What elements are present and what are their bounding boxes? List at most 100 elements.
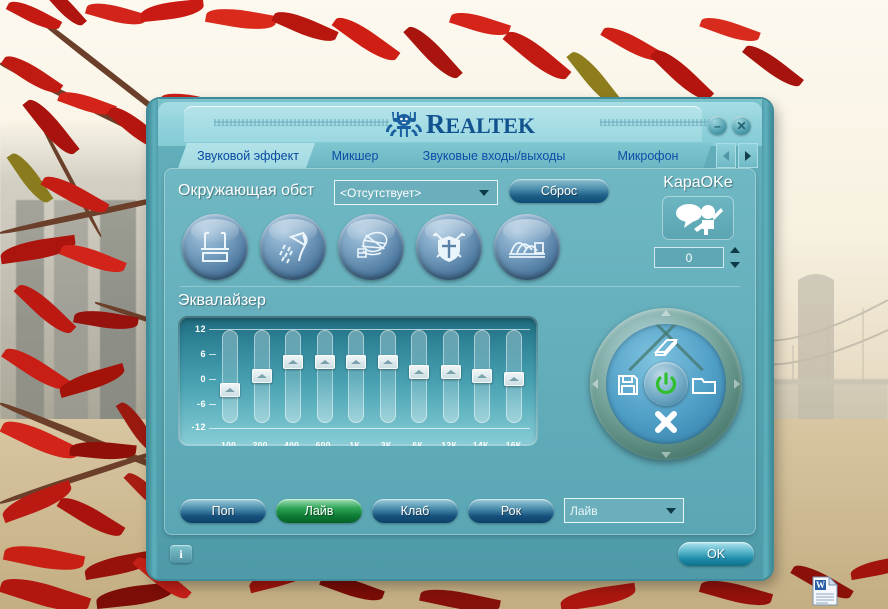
tab-bar: Звуковой эффект Микшер Звуковые входы/вы…: [158, 143, 762, 168]
eq-slider-track[interactable]: [380, 330, 396, 423]
pad-save-button[interactable]: [610, 367, 646, 403]
eq-slider-track[interactable]: [411, 330, 427, 423]
eq-slider-thumb[interactable]: [315, 355, 335, 369]
window-left-edge: [148, 99, 158, 579]
eq-slider-thumb[interactable]: [378, 355, 398, 369]
eq-slider-thumb[interactable]: [472, 369, 492, 383]
word-document-icon[interactable]: W: [812, 576, 838, 606]
minimize-button[interactable]: –: [708, 116, 727, 135]
title-texture-right: [600, 119, 710, 126]
tab-sound-effect[interactable]: Звуковой эффект: [178, 143, 318, 168]
eq-slider-track[interactable]: [285, 330, 301, 423]
pad-left-indicator-icon: [592, 379, 598, 389]
tab-label: Микшер: [332, 149, 379, 163]
preset-label: Поп: [212, 504, 235, 518]
eq-slider-thumb[interactable]: [220, 383, 240, 397]
eq-band-label: 200,: [247, 440, 277, 446]
karaoke-value-spinner: 0: [654, 247, 742, 268]
preset-label: Рок: [501, 504, 521, 518]
eq-slider-thumb[interactable]: [346, 355, 366, 369]
preset-button-rock[interactable]: Рок: [468, 499, 554, 523]
karaoke-title: KapaOKe: [650, 174, 746, 192]
eq-y-label-neg12: -12: [184, 422, 206, 432]
tab-prev-button[interactable]: [716, 143, 736, 168]
stone-room-icon: [351, 227, 391, 267]
equalizer-panel: 12 6 0 -6 -12 100,200,400,600,1К,3К,6К,1…: [178, 316, 538, 446]
close-icon: ✕: [736, 119, 746, 133]
pad-open-button[interactable]: [686, 367, 722, 403]
eq-band-label: 14К,: [467, 440, 497, 446]
eq-band-label: 600,: [310, 440, 340, 446]
pad-down-indicator-icon: [661, 452, 671, 458]
eq-slider-thumb[interactable]: [441, 365, 461, 379]
info-button[interactable]: i: [170, 545, 192, 563]
tab-microphone[interactable]: Микрофон: [584, 143, 712, 168]
eq-slider-thumb[interactable]: [252, 369, 272, 383]
eq-slider-track[interactable]: [254, 330, 270, 423]
eq-tick-6: [209, 354, 216, 355]
pad-delete-button[interactable]: [648, 406, 684, 438]
minimize-icon: –: [714, 119, 721, 133]
env-preset-shower[interactable]: [260, 214, 326, 280]
eq-slider-track[interactable]: [506, 330, 522, 423]
window-right-edge: [762, 99, 772, 579]
environment-select[interactable]: <Отсутствует>: [334, 180, 498, 205]
equalizer-preset-buttons: Поп Лайв Клаб Рок Лайв: [180, 498, 684, 523]
power-icon: [653, 371, 679, 397]
opera-house-icon: [507, 227, 547, 267]
env-preset-stone-room[interactable]: [338, 214, 404, 280]
chevron-up-icon: [383, 360, 393, 364]
eq-y-label-0: 0: [184, 374, 206, 384]
env-preset-armory[interactable]: [416, 214, 482, 280]
eq-slider-thumb[interactable]: [283, 355, 303, 369]
pad-power-button[interactable]: [644, 362, 688, 406]
tab-next-button[interactable]: [738, 143, 758, 168]
tab-label: Микрофон: [618, 149, 679, 163]
ok-button[interactable]: OK: [678, 542, 754, 566]
sound-effect-panel: Окружающая обст <Отсутствует> Сброс: [164, 168, 756, 535]
equalizer-preset-select[interactable]: Лайв: [564, 498, 684, 523]
reset-label: Сброс: [541, 184, 577, 198]
eq-slider-track[interactable]: [222, 330, 238, 423]
preset-button-pop[interactable]: Поп: [180, 499, 266, 523]
ok-label: OK: [707, 547, 725, 561]
tab-audio-io[interactable]: Звуковые входы/выходы: [392, 143, 596, 168]
karaoke-value[interactable]: 0: [654, 247, 724, 268]
karaoke-singer-icon: [672, 201, 724, 235]
spin-down-icon[interactable]: [730, 262, 740, 268]
env-preset-bathroom[interactable]: [182, 214, 248, 280]
eq-slider-thumb[interactable]: [409, 365, 429, 379]
eq-slider-track[interactable]: [443, 330, 459, 423]
eq-slider-track[interactable]: [317, 330, 333, 423]
env-preset-opera-house[interactable]: [494, 214, 560, 280]
preset-button-club[interactable]: Клаб: [372, 499, 458, 523]
chevron-up-icon: [320, 360, 330, 364]
eq-slider-track[interactable]: [474, 330, 490, 423]
chevron-up-icon: [225, 388, 235, 392]
preset-button-live[interactable]: Лайв: [276, 499, 362, 523]
tab-mixer[interactable]: Микшер: [306, 143, 404, 168]
realtek-brand: REALTEK: [385, 109, 535, 139]
chevron-down-icon: [479, 190, 489, 196]
environment-preset-list: [182, 214, 560, 280]
close-button[interactable]: ✕: [732, 116, 751, 135]
eq-slider-track[interactable]: [348, 330, 364, 423]
eq-tick-neg6: [209, 404, 216, 405]
eq-slider-thumb[interactable]: [504, 372, 524, 386]
profile-control-pad: [590, 308, 742, 460]
preset-label: Клаб: [401, 504, 430, 518]
eq-tick-0: [209, 379, 216, 380]
eq-band-label: 16К: [499, 440, 529, 446]
info-icon: i: [179, 547, 182, 562]
equalizer-title: Эквалайзер: [178, 292, 266, 310]
chevron-up-icon: [288, 360, 298, 364]
karaoke-panel: KapaOKe 0: [650, 174, 746, 268]
spin-up-icon[interactable]: [730, 247, 740, 253]
preset-selected-value: Лайв: [565, 504, 598, 518]
reset-button[interactable]: Сброс: [509, 179, 609, 203]
svg-text:W: W: [816, 580, 825, 590]
eq-y-label-neg6: -6: [184, 399, 206, 409]
pad-eraser-button[interactable]: [644, 330, 688, 364]
title-bar: REALTEK – ✕: [158, 102, 762, 146]
karaoke-button[interactable]: [662, 196, 734, 240]
